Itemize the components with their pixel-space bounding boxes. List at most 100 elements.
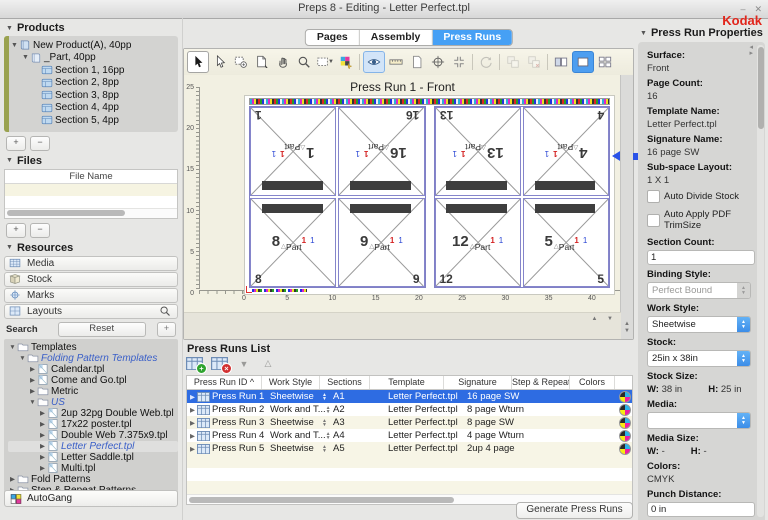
view-multi-surface-icon[interactable] bbox=[595, 52, 615, 72]
chevron-right-icon[interactable]: ▶ bbox=[190, 445, 195, 453]
column-header-signature[interactable]: Signature bbox=[444, 376, 512, 389]
panel-nav-arrows[interactable]: ◂▸ bbox=[749, 45, 753, 57]
preview-hscrollbar[interactable]: ▲ ▼ bbox=[184, 312, 621, 339]
tab-press-runs[interactable]: Press Runs bbox=[432, 30, 512, 45]
chevron-right-icon[interactable]: ▶ bbox=[38, 464, 47, 472]
preview-vscrollbar[interactable]: ▲▼ bbox=[620, 75, 633, 339]
imposed-page-1[interactable]: 1△Part111 bbox=[250, 107, 336, 196]
table-row[interactable]: ▶Press Run 3Sheetwise▲▼A3Letter Perfect.… bbox=[187, 416, 632, 429]
select-tool-icon[interactable] bbox=[187, 51, 209, 73]
remove-file-button[interactable]: − bbox=[30, 223, 50, 238]
template-tree-item[interactable]: ▶Double Web 7.375x9.tpl bbox=[8, 430, 178, 441]
work-style-cell[interactable]: Sheetwise▲▼ bbox=[267, 442, 330, 455]
template-tree-item[interactable]: ▶2up 32pg Double Web.tpl bbox=[8, 408, 178, 419]
imposed-page-4[interactable]: 4△Part114 bbox=[523, 107, 609, 196]
chevron-right-icon[interactable]: ▶ bbox=[28, 387, 37, 395]
show-preview-icon[interactable] bbox=[363, 51, 385, 73]
page-pick-tool-icon[interactable] bbox=[252, 52, 272, 72]
column-header-press-run-id[interactable]: Press Run ID ^ bbox=[187, 376, 262, 389]
view-single-surface-icon[interactable] bbox=[572, 51, 594, 73]
add-product-button[interactable]: + bbox=[6, 136, 26, 151]
move-down-button[interactable]: ▼ bbox=[236, 359, 252, 369]
page-content-icon[interactable] bbox=[407, 52, 427, 72]
chevron-right-icon[interactable]: ▶ bbox=[38, 431, 47, 439]
tab-assembly[interactable]: Assembly bbox=[360, 30, 433, 45]
template-tree-item[interactable]: ▶Metric bbox=[8, 386, 178, 397]
punch-distance-input[interactable]: 0 in bbox=[647, 502, 755, 517]
imposed-page-9[interactable]: 9△Part119 bbox=[338, 198, 424, 287]
resource-button-marks[interactable]: Marks bbox=[4, 288, 178, 303]
chevron-down-icon[interactable]: ▼ bbox=[21, 54, 30, 61]
chevron-right-icon[interactable]: ▶ bbox=[38, 409, 47, 417]
work-style-select[interactable]: Sheetwise▲▼ bbox=[647, 316, 751, 333]
section-count-input[interactable]: 1 bbox=[647, 250, 755, 265]
product-tree-item[interactable]: Section 3, 8pp bbox=[10, 89, 178, 102]
measure-tool-icon[interactable] bbox=[386, 52, 406, 72]
resource-button-media[interactable]: Media bbox=[4, 256, 178, 271]
zoom-area-tool-icon[interactable] bbox=[231, 52, 251, 72]
table-row[interactable]: ▶Press Run 2Work and T...▲▼A2Letter Perf… bbox=[187, 403, 632, 416]
chevron-right-icon[interactable]: ▶ bbox=[38, 453, 47, 461]
chevron-right-icon[interactable]: ▶ bbox=[190, 393, 195, 401]
template-tree-item[interactable]: ▼Templates bbox=[8, 342, 178, 353]
table-row[interactable]: ▶Press Run 5Sheetwise▲▼A5Letter Perfect.… bbox=[187, 442, 632, 455]
files-column-header[interactable]: File Name bbox=[5, 170, 177, 184]
chevron-right-icon[interactable]: ▶ bbox=[38, 442, 47, 450]
column-header-step-repeats[interactable]: Step & Repeats bbox=[512, 376, 570, 389]
imposed-page-5[interactable]: 5△Part115 bbox=[523, 198, 609, 287]
chevron-down-icon[interactable]: ▼ bbox=[28, 399, 37, 406]
properties-vscrollbar[interactable] bbox=[757, 45, 764, 517]
checkbox-auto-divide-stock[interactable] bbox=[647, 190, 660, 203]
zoom-tool-icon[interactable] bbox=[294, 52, 314, 72]
chevron-right-icon[interactable]: ▶ bbox=[38, 420, 47, 428]
chevron-down-icon[interactable]: ▼ bbox=[8, 344, 17, 351]
imposed-page-8[interactable]: 8△Part118 bbox=[250, 198, 336, 287]
search-icon[interactable] bbox=[159, 305, 171, 317]
template-tree-item[interactable]: ▶Letter Perfect.tpl bbox=[8, 441, 178, 452]
column-header-template[interactable]: Template bbox=[370, 376, 444, 389]
chevron-down-icon[interactable]: ▼ bbox=[18, 355, 27, 362]
template-tree-item[interactable]: ▶Calendar.tpl bbox=[8, 364, 178, 375]
chevron-right-icon[interactable]: ▶ bbox=[28, 365, 37, 373]
work-style-cell[interactable]: Sheetwise▲▼ bbox=[267, 390, 330, 403]
imposed-page-12[interactable]: 12△Part1112 bbox=[435, 198, 521, 287]
work-style-cell[interactable]: Work and T...▲▼ bbox=[267, 429, 330, 442]
tab-pages[interactable]: Pages bbox=[306, 30, 360, 45]
center-target-icon[interactable] bbox=[428, 52, 448, 72]
template-tree-item[interactable]: ▶Multi.tpl bbox=[8, 463, 178, 474]
view-spread-icon[interactable] bbox=[551, 52, 571, 72]
press-run-properties-header[interactable]: ▼ Press Run Properties bbox=[640, 27, 763, 39]
search-add-button[interactable]: + bbox=[157, 322, 176, 337]
imposed-page-16[interactable]: 16△Part1116 bbox=[338, 107, 424, 196]
template-tree-item[interactable]: ▶Letter Saddle.tpl bbox=[8, 452, 178, 463]
table-row[interactable]: ▶Press Run 1Sheetwise▲▼A1Letter Perfect.… bbox=[187, 390, 632, 403]
column-header-sections[interactable]: Sections bbox=[320, 376, 370, 389]
remove-product-button[interactable]: − bbox=[30, 136, 50, 151]
template-tree-item[interactable]: ▼US bbox=[8, 397, 178, 408]
checkbox-auto-apply-pdf-trimsize[interactable] bbox=[647, 214, 660, 227]
preview-options-icon[interactable] bbox=[336, 52, 356, 72]
product-tree-item[interactable]: Section 2, 8pp bbox=[10, 77, 178, 90]
marquee-tool-icon[interactable]: ▼ bbox=[315, 52, 335, 72]
delete-press-run-button[interactable]: × bbox=[211, 357, 228, 370]
product-tree-item[interactable]: Section 5, 4pp bbox=[10, 114, 178, 127]
move-up-button[interactable]: △ bbox=[260, 358, 276, 369]
add-file-button[interactable]: + bbox=[6, 223, 26, 238]
press-sheet[interactable]: 1△Part11116△Part11168△Part1189△Part11913… bbox=[244, 95, 615, 295]
resource-button-layouts[interactable]: Layouts bbox=[4, 304, 178, 319]
product-tree-item[interactable]: ▼New Product(A), 40pp bbox=[10, 39, 178, 52]
column-header-colors[interactable]: Colors bbox=[570, 376, 615, 389]
chevron-right-icon[interactable]: ▶ bbox=[190, 419, 195, 427]
media-select[interactable]: ▲▼ bbox=[647, 412, 751, 429]
field-auto-apply-pdf-trimsize[interactable]: Auto Apply PDF TrimSize bbox=[647, 209, 756, 231]
files-header[interactable]: ▼ Files bbox=[6, 155, 182, 167]
imposed-page-13[interactable]: 13△Part1113 bbox=[435, 107, 521, 196]
work-style-cell[interactable]: Work and T...▲▼ bbox=[267, 403, 330, 416]
template-tree-item[interactable]: ▼Folding Pattern Templates bbox=[8, 353, 178, 364]
column-header-stock[interactable] bbox=[615, 376, 633, 389]
chevron-right-icon[interactable]: ▶ bbox=[190, 432, 195, 440]
products-header[interactable]: ▼ Products bbox=[6, 22, 182, 34]
field-auto-divide-stock[interactable]: Auto Divide Stock bbox=[647, 190, 756, 203]
resource-button-stock[interactable]: Stock bbox=[4, 272, 178, 287]
template-tree-item[interactable]: ▶Come and Go.tpl bbox=[8, 375, 178, 386]
